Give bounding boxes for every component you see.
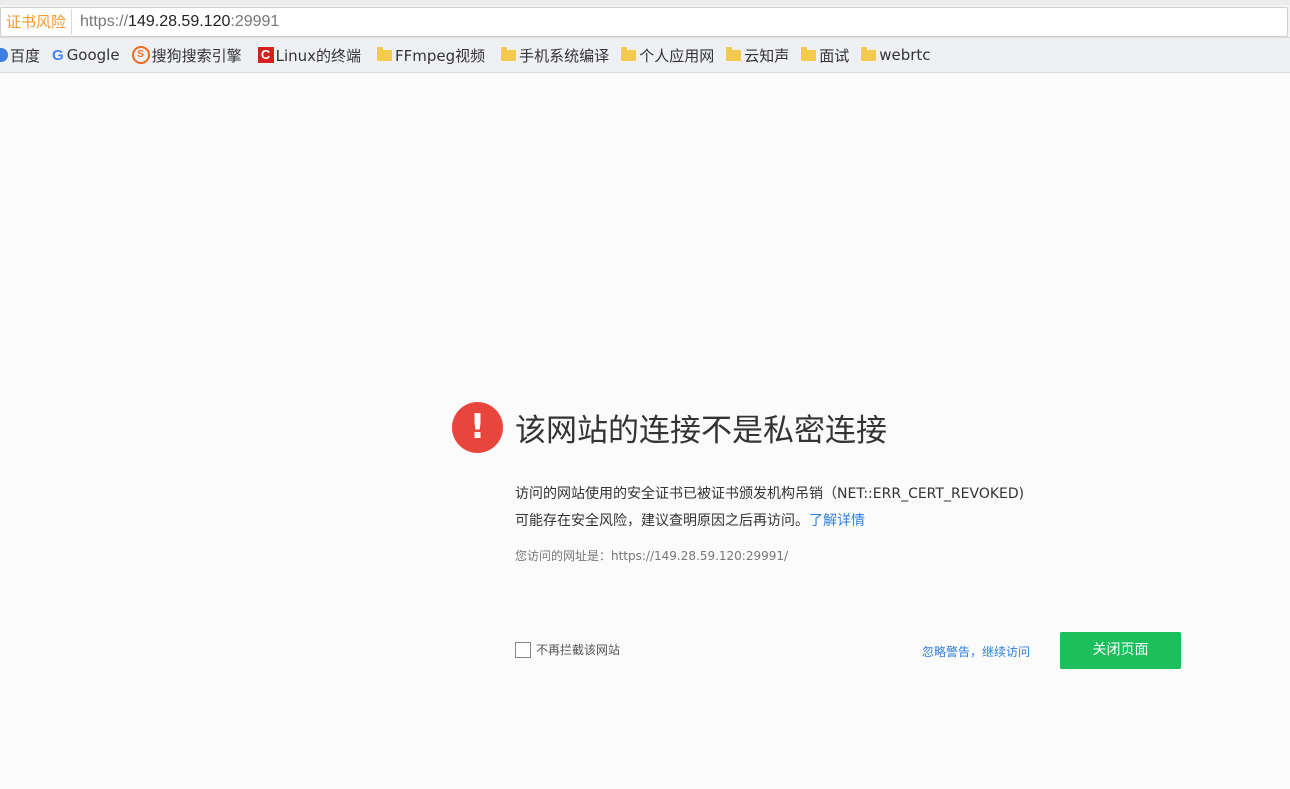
- bookmarks-bar: 百度 G Google S 搜狗搜索引擎 C Linux的终端 FFmpeg视频…: [0, 38, 1290, 73]
- address-field[interactable]: 证书风险 https://149.28.59.120:29991: [0, 7, 1288, 37]
- bookmark-label: 面试: [819, 46, 850, 65]
- address-bar: 证书风险 https://149.28.59.120:29991: [0, 5, 1290, 38]
- sogou-icon: S: [131, 46, 150, 64]
- page-title: 该网站的连接不是私密连接: [515, 413, 887, 449]
- bookmark-label: 云知声: [744, 46, 790, 65]
- bookmark-label: Linux的终端: [275, 46, 362, 65]
- error-description-line1: 访问的网站使用的安全证书已被证书颁发机构吊销（NET::ERR_CERT_REV…: [515, 486, 1025, 502]
- url-port: :29991: [230, 13, 280, 30]
- bookmark-label: 百度: [10, 46, 41, 65]
- bookmark-label: 个人应用网: [639, 46, 715, 65]
- bookmark-label: webrtc: [879, 46, 931, 64]
- url-text[interactable]: https://149.28.59.120:29991: [72, 13, 279, 31]
- dont-block-checkbox[interactable]: [515, 641, 531, 658]
- visited-url-text: 您访问的网址是：https://149.28.59.120:29991/: [515, 549, 789, 563]
- close-page-button[interactable]: 关闭页面: [1060, 632, 1181, 669]
- bookmark-folder-ffmpeg[interactable]: FFmpeg视频: [377, 45, 485, 66]
- certificate-risk-badge[interactable]: 证书风险: [1, 9, 73, 35]
- bookmark-label: 搜狗搜索引擎: [151, 46, 242, 65]
- error-page: ! 该网站的连接不是私密连接 访问的网站使用的安全证书已被证书颁发机构吊销（NE…: [0, 73, 1290, 789]
- bookmark-label: FFmpeg视频: [395, 46, 486, 65]
- error-description: 访问的网站使用的安全证书已被证书颁发机构吊销（NET::ERR_CERT_REV…: [515, 481, 1024, 535]
- bookmark-folder-webrtc[interactable]: webrtc: [861, 46, 931, 64]
- google-icon: G: [52, 46, 64, 64]
- bookmark-label: Google: [66, 46, 120, 64]
- folder-icon: [801, 46, 817, 61]
- bookmark-baidu[interactable]: 百度: [0, 45, 40, 66]
- bookmark-folder-unisound[interactable]: 云知声: [726, 45, 789, 66]
- folder-icon: [726, 46, 742, 61]
- dont-block-site-option[interactable]: 不再拦截该网站: [515, 641, 620, 658]
- ignore-warning-link[interactable]: 忽略警告，继续访问: [922, 643, 1030, 660]
- folder-icon: [621, 46, 637, 61]
- bookmark-folder-phone-build[interactable]: 手机系统编译: [501, 45, 609, 66]
- url-host: 149.28.59.120: [128, 13, 231, 30]
- bookmark-label: 手机系统编译: [519, 46, 610, 65]
- folder-icon: [501, 46, 517, 61]
- risk-advice-text: 可能存在安全风险，建议查明原因之后再访问。: [515, 513, 809, 529]
- url-prefix: https://: [80, 13, 129, 30]
- bookmark-linux-terminal[interactable]: C Linux的终端: [257, 45, 362, 66]
- folder-icon: [861, 46, 877, 61]
- bookmark-google[interactable]: G Google: [52, 46, 120, 64]
- folder-icon: [377, 46, 393, 61]
- bookmark-folder-interview[interactable]: 面试: [801, 45, 849, 66]
- learn-more-link[interactable]: 了解详情: [809, 513, 865, 529]
- bookmark-folder-personal-apps[interactable]: 个人应用网: [621, 45, 714, 66]
- bookmark-sogou[interactable]: S 搜狗搜索引擎: [131, 45, 242, 66]
- dont-block-label[interactable]: 不再拦截该网站: [536, 641, 620, 658]
- alert-icon: !: [452, 402, 503, 453]
- baidu-icon: [0, 48, 8, 62]
- csdn-icon: C: [257, 47, 274, 63]
- error-description-line2: 可能存在安全风险，建议查明原因之后再访问。了解详情: [515, 508, 1024, 535]
